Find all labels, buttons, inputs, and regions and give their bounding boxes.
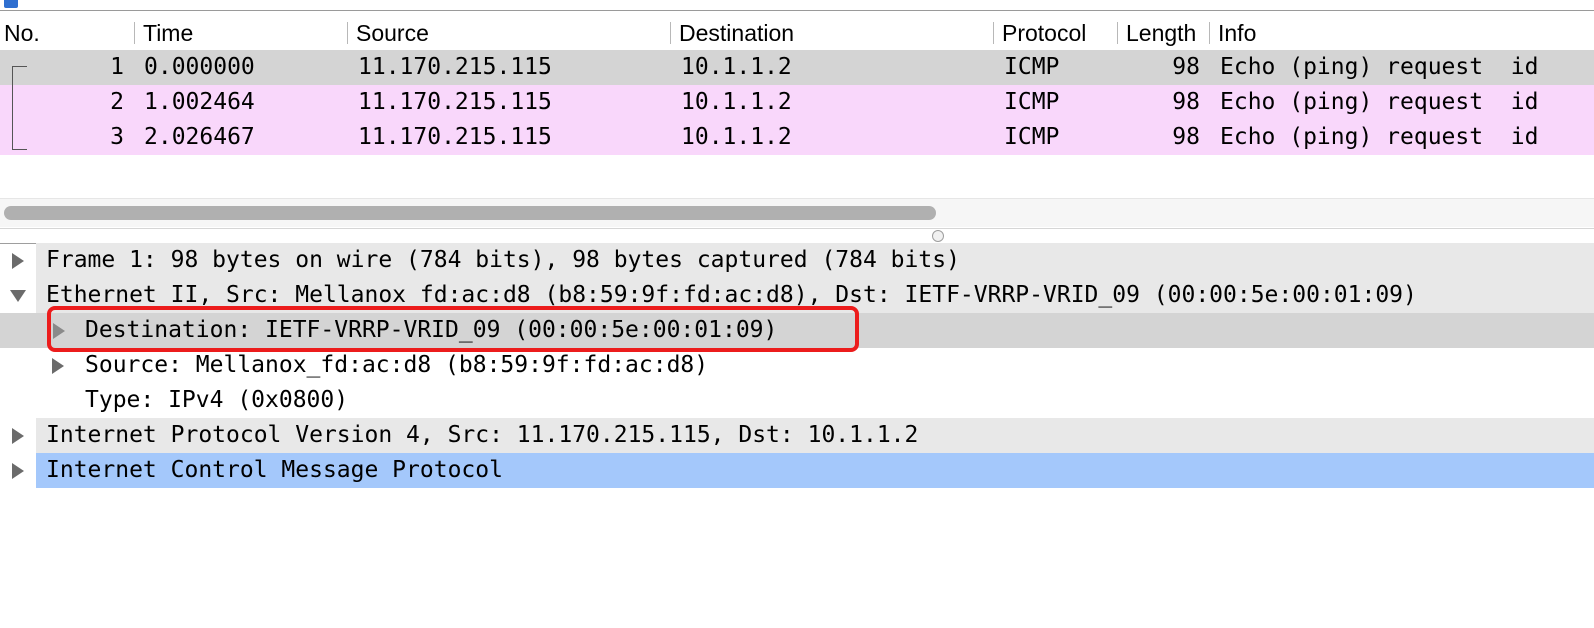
packet-protocol: ICMP (1004, 124, 1060, 150)
packet-destination: 10.1.1.2 (681, 124, 792, 150)
bookmark-icon[interactable] (4, 0, 18, 8)
horizontal-scrollbar[interactable] (0, 198, 1594, 227)
packet-number: 2 (110, 89, 124, 115)
packet-protocol: ICMP (1004, 89, 1060, 115)
packet-row[interactable]: 1 0.000000 11.170.215.115 10.1.1.2 ICMP … (0, 50, 1594, 85)
column-header-length[interactable]: Length (1126, 16, 1204, 50)
expand-arrow-icon[interactable] (12, 253, 24, 269)
expand-arrow-icon[interactable] (12, 428, 24, 444)
tree-item-label: Internet Control Message Protocol (46, 457, 503, 483)
packet-source: 11.170.215.115 (358, 124, 552, 150)
tree-item-label: Internet Protocol Version 4, Src: 11.170… (46, 422, 919, 448)
packet-destination: 10.1.1.2 (681, 54, 792, 80)
column-divider[interactable] (1209, 22, 1210, 44)
packet-row[interactable]: 3 2.026467 11.170.215.115 10.1.1.2 ICMP … (0, 120, 1594, 155)
column-header-destination[interactable]: Destination (679, 16, 989, 50)
packet-length: 98 (1172, 89, 1200, 115)
column-divider[interactable] (347, 22, 348, 44)
column-header-info[interactable]: Info (1218, 16, 1418, 50)
tree-item-icmp[interactable]: Internet Control Message Protocol (0, 453, 1594, 488)
packet-protocol: ICMP (1004, 54, 1060, 80)
column-header-protocol[interactable]: Protocol (1002, 16, 1114, 50)
packet-time: 1.002464 (144, 89, 255, 115)
packet-number: 3 (110, 124, 124, 150)
tree-item-label: Source: Mellanox_fd:ac:d8 (b8:59:9f:fd:a… (85, 352, 709, 378)
packet-destination: 10.1.1.2 (681, 89, 792, 115)
packet-info: Echo (ping) request id (1220, 124, 1539, 150)
packet-info: Echo (ping) request id (1220, 89, 1539, 115)
pane-splitter[interactable] (0, 228, 1594, 244)
expand-arrow-icon[interactable] (52, 358, 64, 374)
column-divider[interactable] (993, 22, 994, 44)
packet-info: Echo (ping) request id (1220, 54, 1539, 80)
tree-item-frame[interactable]: Frame 1: 98 bytes on wire (784 bits), 98… (0, 243, 1594, 278)
tree-item-ethernet[interactable]: Ethernet II, Src: Mellanox_fd:ac:d8 (b8:… (0, 278, 1594, 313)
column-header-no[interactable]: No. (4, 16, 130, 50)
conversation-bracket-icon (12, 66, 27, 150)
packet-time: 0.000000 (144, 54, 255, 80)
column-divider[interactable] (670, 22, 671, 44)
tree-item-type[interactable]: Type: IPv4 (0x0800) (0, 383, 1594, 418)
packet-source: 11.170.215.115 (358, 89, 552, 115)
tree-item-ipv4[interactable]: Internet Protocol Version 4, Src: 11.170… (0, 418, 1594, 453)
packet-number: 1 (110, 54, 124, 80)
packet-time: 2.026467 (144, 124, 255, 150)
tree-item-label: Type: IPv4 (0x0800) (85, 387, 349, 413)
tree-item-label: Ethernet II, Src: Mellanox_fd:ac:d8 (b8:… (46, 282, 1417, 308)
column-header-time[interactable]: Time (143, 16, 343, 50)
column-divider[interactable] (134, 22, 135, 44)
column-divider[interactable] (1117, 22, 1118, 44)
display-filter-bar[interactable] (0, 0, 1594, 11)
expand-arrow-icon[interactable] (53, 323, 65, 339)
collapse-arrow-icon[interactable] (10, 290, 26, 302)
tree-item-label: Destination: IETF-VRRP-VRID_09 (00:00:5e… (85, 317, 778, 343)
packet-length: 98 (1172, 54, 1200, 80)
packet-row[interactable]: 2 1.002464 11.170.215.115 10.1.1.2 ICMP … (0, 85, 1594, 120)
scrollbar-thumb[interactable] (4, 206, 936, 220)
tree-item-label: Frame 1: 98 bytes on wire (784 bits), 98… (46, 247, 960, 273)
packet-source: 11.170.215.115 (358, 54, 552, 80)
tree-item-source[interactable]: Source: Mellanox_fd:ac:d8 (b8:59:9f:fd:a… (0, 348, 1594, 383)
packet-length: 98 (1172, 124, 1200, 150)
column-header-source[interactable]: Source (356, 16, 666, 50)
splitter-grip-icon[interactable] (932, 230, 944, 242)
packet-list-header: No. Time Source Destination Protocol Len… (0, 16, 1594, 50)
tree-item-destination[interactable]: Destination: IETF-VRRP-VRID_09 (00:00:5e… (0, 313, 1594, 348)
expand-arrow-icon[interactable] (12, 463, 24, 479)
